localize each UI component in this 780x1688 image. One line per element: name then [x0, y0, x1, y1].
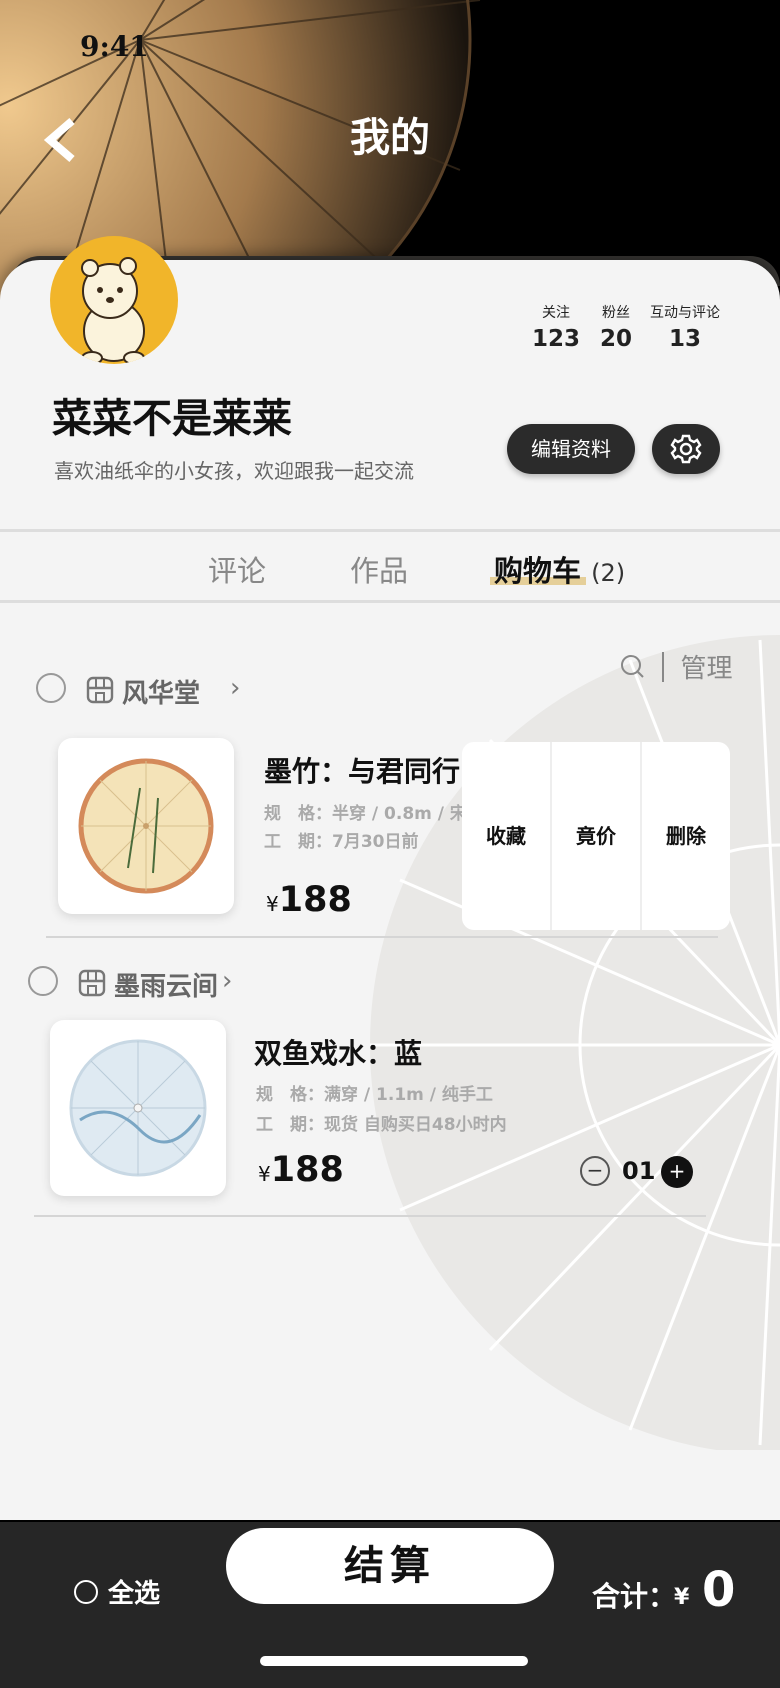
manage-button[interactable]: 管理: [681, 654, 733, 684]
product-image[interactable]: [58, 738, 234, 914]
tab-cart[interactable]: 购物车 (2): [494, 548, 625, 590]
shop-name[interactable]: 风华堂: [122, 673, 200, 710]
stat-value: 123: [532, 326, 581, 352]
delete-button[interactable]: 删除: [642, 742, 730, 930]
edit-profile-button[interactable]: 编辑资料: [507, 424, 635, 474]
avatar[interactable]: [50, 236, 178, 364]
total-label: 合计：: [592, 1580, 677, 1613]
total-value: 0: [702, 1562, 736, 1618]
chevron-right-icon[interactable]: ›: [230, 673, 240, 703]
stat-value: 13: [668, 326, 701, 352]
tab-cart-label: 购物车: [494, 554, 582, 588]
item-separator: [34, 1215, 706, 1217]
favorite-button[interactable]: 收藏: [462, 742, 552, 930]
product-price: ¥188: [266, 880, 352, 920]
select-all-radio[interactable]: [74, 1580, 98, 1604]
tab-works[interactable]: 作品: [350, 548, 408, 590]
shop-select-radio[interactable]: [28, 966, 58, 996]
swipe-actions: 收藏 竟价 删除: [462, 742, 730, 930]
username: 菜菜不是莱莱: [52, 396, 292, 442]
stat-label: 互动与评论: [650, 305, 720, 321]
stat-label: 关注: [542, 305, 570, 321]
stat-followers[interactable]: 粉丝 20: [600, 302, 632, 352]
select-all-label[interactable]: 全选: [108, 1573, 160, 1610]
tabs-divider-bottom: [0, 600, 780, 603]
bio: 喜欢油纸伞的小女孩，欢迎跟我一起交流: [54, 459, 414, 483]
store-icon: [86, 676, 114, 704]
product-title[interactable]: 双鱼戏水：蓝: [254, 1032, 422, 1072]
umbrella-product-icon: [78, 758, 214, 894]
shop-name[interactable]: 墨雨云间: [114, 966, 218, 1003]
cart-count-badge: (2): [591, 559, 626, 587]
product-price: ¥188: [258, 1150, 344, 1190]
total-currency: ¥: [674, 1585, 690, 1610]
gear-icon: [670, 434, 702, 464]
product-title[interactable]: 墨竹：与君同行: [264, 750, 460, 790]
currency-symbol: ¥: [258, 1162, 271, 1186]
bear-avatar-icon: [81, 257, 145, 364]
product-period: 工 期：现货 自购买日48小时内: [256, 1115, 507, 1135]
price-value: 188: [270, 1150, 344, 1190]
chevron-right-icon[interactable]: ›: [222, 966, 232, 996]
currency-symbol: ¥: [266, 892, 279, 916]
stat-following[interactable]: 关注 123: [532, 302, 580, 352]
item-separator: [46, 936, 718, 938]
checkout-button[interactable]: 结算: [226, 1528, 554, 1604]
quantity-increase-button[interactable]: +: [661, 1156, 693, 1188]
quantity-decrease-button[interactable]: −: [580, 1156, 610, 1186]
stat-label: 粉丝: [602, 305, 630, 321]
home-indicator[interactable]: [260, 1656, 528, 1666]
stat-value: 20: [600, 326, 633, 352]
stat-interactions[interactable]: 互动与评论 13: [650, 302, 720, 352]
price-value: 188: [278, 880, 352, 920]
tab-comments[interactable]: 评论: [208, 548, 266, 590]
product-spec: 规 格：半穿 / 0.8m / 宋: [264, 804, 467, 824]
store-icon: [78, 969, 106, 997]
tabs-divider-top: [0, 529, 780, 532]
bid-button[interactable]: 竟价: [552, 742, 642, 930]
divider: [662, 651, 665, 682]
page-title: 我的: [350, 115, 430, 161]
product-period: 工 期：7月30日前: [264, 832, 419, 852]
umbrella-product-icon: [69, 1039, 207, 1177]
settings-button[interactable]: [652, 424, 720, 474]
search-icon[interactable]: [620, 654, 646, 680]
status-time: 9:41: [80, 30, 149, 63]
quantity-value[interactable]: 01: [622, 1157, 655, 1185]
shop-select-radio[interactable]: [36, 673, 66, 703]
product-image[interactable]: [50, 1020, 226, 1196]
cart-toolbar: 管理: [620, 648, 733, 685]
product-spec: 规 格：满穿 / 1.1m / 纯手工: [256, 1085, 493, 1105]
